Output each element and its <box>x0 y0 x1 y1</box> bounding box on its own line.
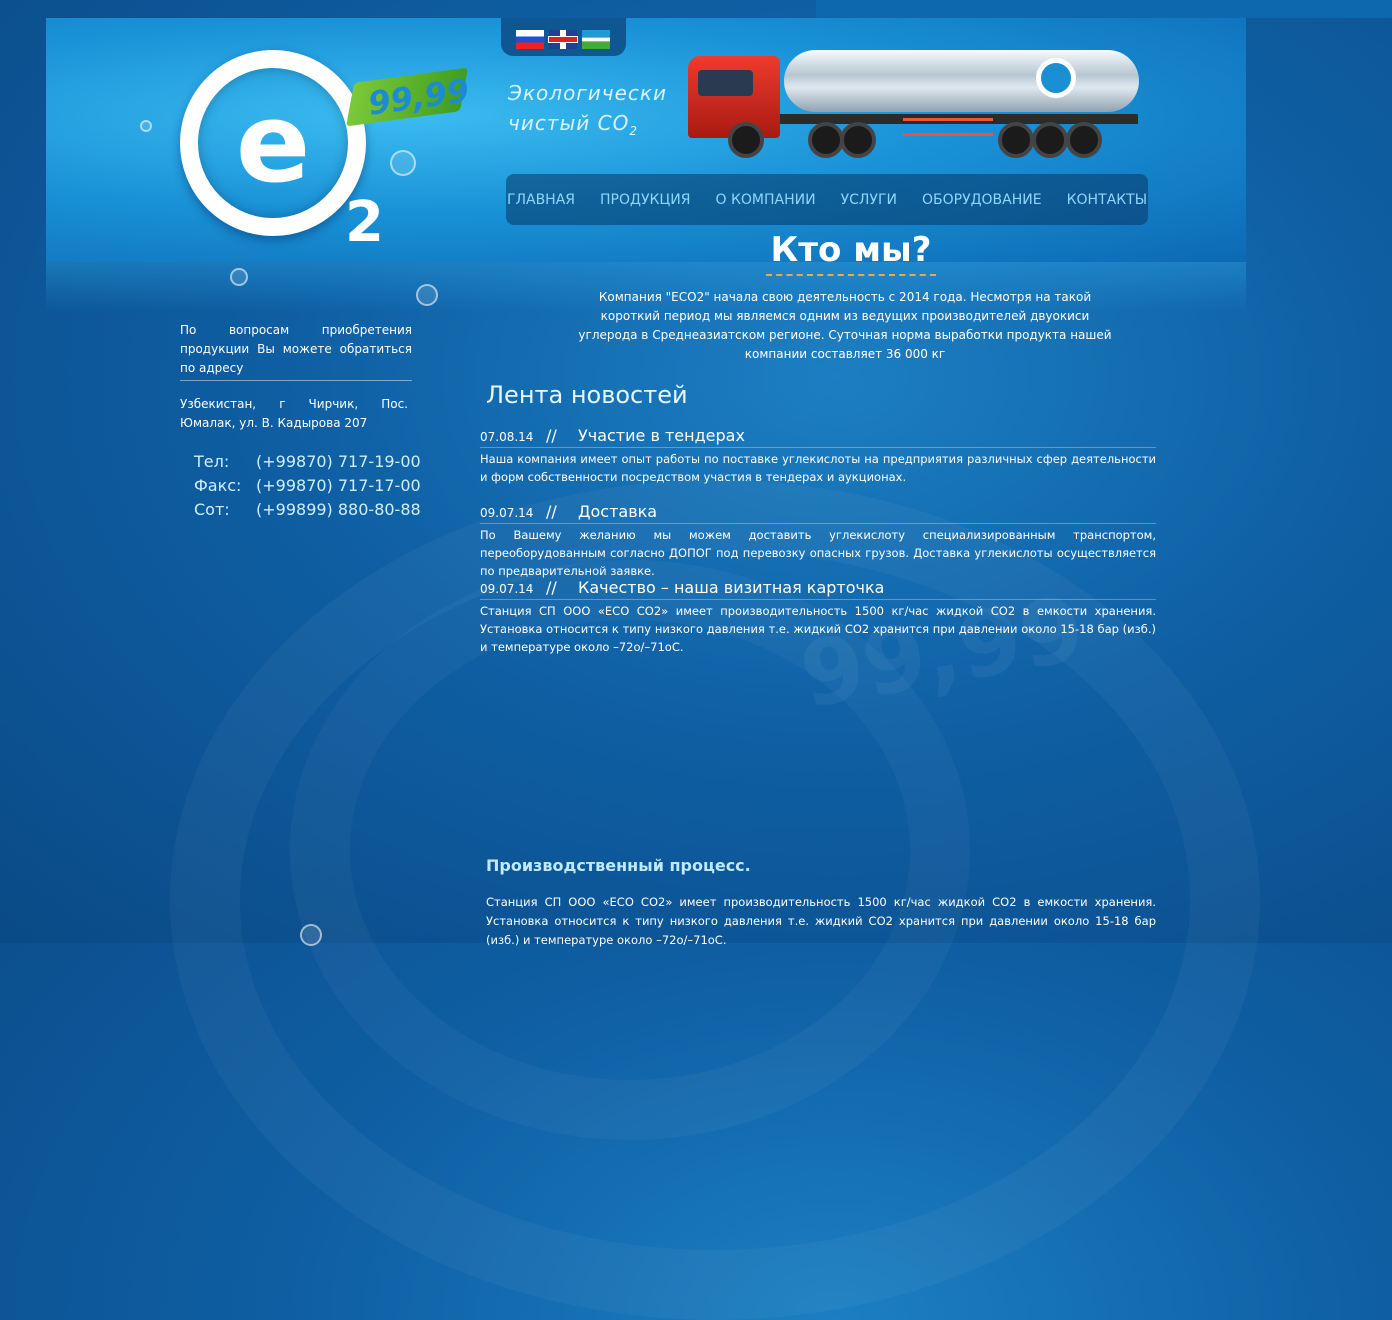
contact-value[interactable]: (+99899) 880-80-88 <box>256 498 421 522</box>
truck-rails <box>903 118 993 136</box>
tanker-truck-image <box>688 48 1143 160</box>
process-text: Станция СП ООО «ECO CO2» имеет производи… <box>486 895 1156 947</box>
logo-subscript: 2 <box>345 190 384 255</box>
slogan-subscript: 2 <box>629 124 638 138</box>
news-item: 09.07.14 // Доставка По Вашему желанию м… <box>480 502 1156 580</box>
site-logo[interactable]: e 99,99 2 <box>180 50 480 265</box>
ru-flag-icon[interactable] <box>516 30 544 49</box>
en-flag-icon[interactable] <box>549 30 577 49</box>
news-date: 09.07.14 <box>480 582 534 596</box>
wheel-icon <box>1066 122 1102 158</box>
contact-label: Факс: <box>194 476 242 495</box>
header-top-strip <box>816 0 1392 18</box>
truck-tank <box>784 50 1139 112</box>
contact-phone: Тел: (+99870) 717-19-00 <box>194 450 421 474</box>
header-slogan: Экологически чистый СО2 <box>508 78 667 146</box>
news-item-header: 09.07.14 // Доставка <box>480 502 1156 524</box>
contact-value[interactable]: (+99870) 717-17-00 <box>256 474 421 498</box>
news-separator: // <box>546 426 557 445</box>
bubble-icon <box>390 150 416 176</box>
truck-window <box>698 70 753 96</box>
who-title: Кто мы? <box>766 230 936 276</box>
who-text: Компания "ECO2" начала свою деятельность… <box>578 290 1112 361</box>
bubble-icon <box>416 284 438 306</box>
news-item: 09.07.14 // Качество – наша визитная кар… <box>480 578 1156 656</box>
contact-list: Тел: (+99870) 717-19-00 Факс: (+99870) 7… <box>194 450 421 522</box>
news-title-link[interactable]: Участие в тендерах <box>578 426 745 445</box>
slogan-line-2-text: чистый СО <box>508 111 630 135</box>
bubble-icon <box>230 268 248 286</box>
nav-item-home[interactable]: ГЛАВНАЯ <box>507 192 575 208</box>
news-date: 07.08.14 <box>480 430 534 444</box>
bubble-icon <box>140 120 152 132</box>
news-text: Наша компания имеет опыт работы по поста… <box>480 452 1156 484</box>
news-item-header: 09.07.14 // Качество – наша визитная кар… <box>480 578 1156 600</box>
contact-mobile: Сот: (+99899) 880-80-88 <box>194 498 421 522</box>
news-text: По Вашему желанию мы можем доставить угл… <box>480 528 1156 578</box>
nav-item-services[interactable]: УСЛУГИ <box>841 192 897 208</box>
main-nav: ГЛАВНАЯ ПРОДУКЦИЯ О КОМПАНИИ УСЛУГИ ОБОР… <box>506 174 1148 225</box>
contact-value[interactable]: (+99870) 717-19-00 <box>256 450 421 474</box>
process-title: Производственный процесс. <box>486 856 751 875</box>
wheel-icon <box>840 122 876 158</box>
news-separator: // <box>546 578 557 597</box>
wheel-icon <box>808 122 844 158</box>
contact-fax: Факс: (+99870) 717-17-00 <box>194 474 421 498</box>
news-date: 09.07.14 <box>480 506 534 520</box>
sidebar-address: Узбекистан, г Чирчик, Пос. Юмалак, ул. В… <box>180 397 408 430</box>
news-heading: Лента новостей <box>486 381 688 409</box>
slogan-line-2: чистый СО2 <box>508 108 667 146</box>
logo-e-letter: e <box>235 79 311 207</box>
news-item-header: 07.08.14 // Участие в тендерах <box>480 426 1156 448</box>
wheel-icon <box>998 122 1034 158</box>
wheel-icon <box>1032 122 1068 158</box>
nav-item-products[interactable]: ПРОДУКЦИЯ <box>600 192 690 208</box>
nav-item-about[interactable]: О КОМПАНИИ <box>716 192 816 208</box>
sidebar-intro: По вопросам приобретения продукции Вы мо… <box>180 321 412 381</box>
news-title-link[interactable]: Качество – наша визитная карточка <box>578 578 884 597</box>
news-separator: // <box>546 502 557 521</box>
nav-item-equipment[interactable]: ОБОРУДОВАНИЕ <box>922 192 1042 208</box>
tank-logo-icon <box>1036 58 1076 98</box>
logo-e-ring-icon: e <box>180 50 366 236</box>
uz-flag-icon[interactable] <box>582 30 610 49</box>
language-switcher <box>501 18 626 56</box>
news-text: Станция СП ООО «ECO CO2» имеет производи… <box>480 604 1156 654</box>
news-title-link[interactable]: Доставка <box>578 502 657 521</box>
wheel-icon <box>728 122 764 158</box>
slogan-line-1: Экологически <box>508 81 668 105</box>
contact-label: Тел: <box>194 452 230 471</box>
nav-item-contacts[interactable]: КОНТАКТЫ <box>1067 192 1147 208</box>
news-item: 07.08.14 // Участие в тендерах Наша комп… <box>480 426 1156 486</box>
contact-label: Сот: <box>194 500 230 519</box>
